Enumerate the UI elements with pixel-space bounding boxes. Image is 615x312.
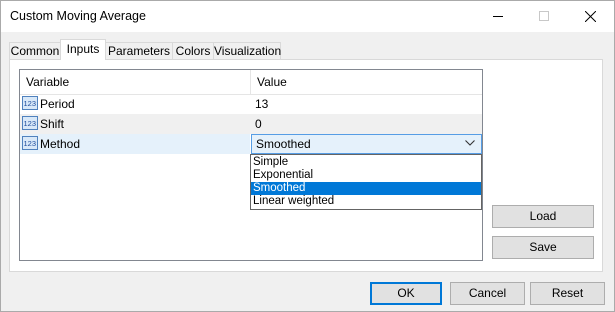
column-header-variable[interactable]: Variable	[26, 75, 69, 89]
integer-type-icon: 123	[22, 96, 38, 110]
reset-button[interactable]: Reset	[530, 282, 605, 305]
maximize-button	[521, 1, 567, 32]
ok-button[interactable]: OK	[370, 282, 442, 305]
variable-name: Method	[40, 137, 81, 151]
value-cell[interactable]: 13	[251, 94, 482, 114]
variable-cell: 123 Period	[20, 94, 250, 114]
tab-parameters[interactable]: Parameters	[105, 42, 173, 59]
value-text: 13	[255, 97, 269, 111]
cancel-button[interactable]: Cancel	[450, 282, 525, 305]
title-bar: Custom Moving Average	[1, 1, 614, 32]
grid-header: Variable Value	[20, 70, 482, 95]
close-icon	[585, 11, 596, 22]
save-button[interactable]: Save	[492, 236, 594, 259]
window-title: Custom Moving Average	[10, 9, 146, 23]
variable-cell: 123 Method	[20, 134, 250, 154]
grid-row-method[interactable]: 123 Method Smoothed	[20, 134, 482, 154]
variable-cell: 123 Shift	[20, 114, 250, 134]
method-dropdown[interactable]: Smoothed	[251, 134, 482, 154]
svg-text:123: 123	[24, 139, 37, 148]
dropdown-option-simple[interactable]: Simple	[251, 156, 481, 169]
grid-row-shift[interactable]: 123 Shift 0	[20, 114, 482, 134]
dropdown-option-smoothed[interactable]: Smoothed	[251, 182, 481, 195]
grid-row-period[interactable]: 123 Period 13	[20, 94, 482, 114]
value-text: 0	[255, 117, 262, 131]
close-button[interactable]	[567, 1, 613, 32]
column-header-value[interactable]: Value	[257, 75, 287, 89]
dropdown-selected-value: Smoothed	[256, 137, 311, 151]
variable-name: Period	[40, 97, 75, 111]
tab-colors[interactable]: Colors	[172, 42, 214, 59]
dropdown-option-linear-weighted[interactable]: Linear weighted	[251, 195, 481, 208]
variable-name: Shift	[40, 117, 65, 131]
chevron-down-icon	[465, 140, 475, 146]
integer-type-icon: 123	[22, 136, 38, 150]
svg-text:123: 123	[24, 99, 37, 108]
tab-inputs[interactable]: Inputs	[60, 39, 106, 60]
dropdown-option-exponential[interactable]: Exponential	[251, 169, 481, 182]
minimize-button[interactable]	[475, 1, 521, 32]
column-separator[interactable]	[250, 70, 251, 94]
tab-common[interactable]: Common	[9, 42, 61, 59]
value-cell[interactable]: 0	[251, 114, 482, 134]
integer-type-icon: 123	[22, 116, 38, 130]
tab-visualization[interactable]: Visualization	[213, 42, 281, 59]
load-button[interactable]: Load	[492, 205, 594, 228]
method-dropdown-list: Simple Exponential Smoothed Linear weigh…	[250, 154, 482, 210]
svg-text:123: 123	[24, 119, 37, 128]
